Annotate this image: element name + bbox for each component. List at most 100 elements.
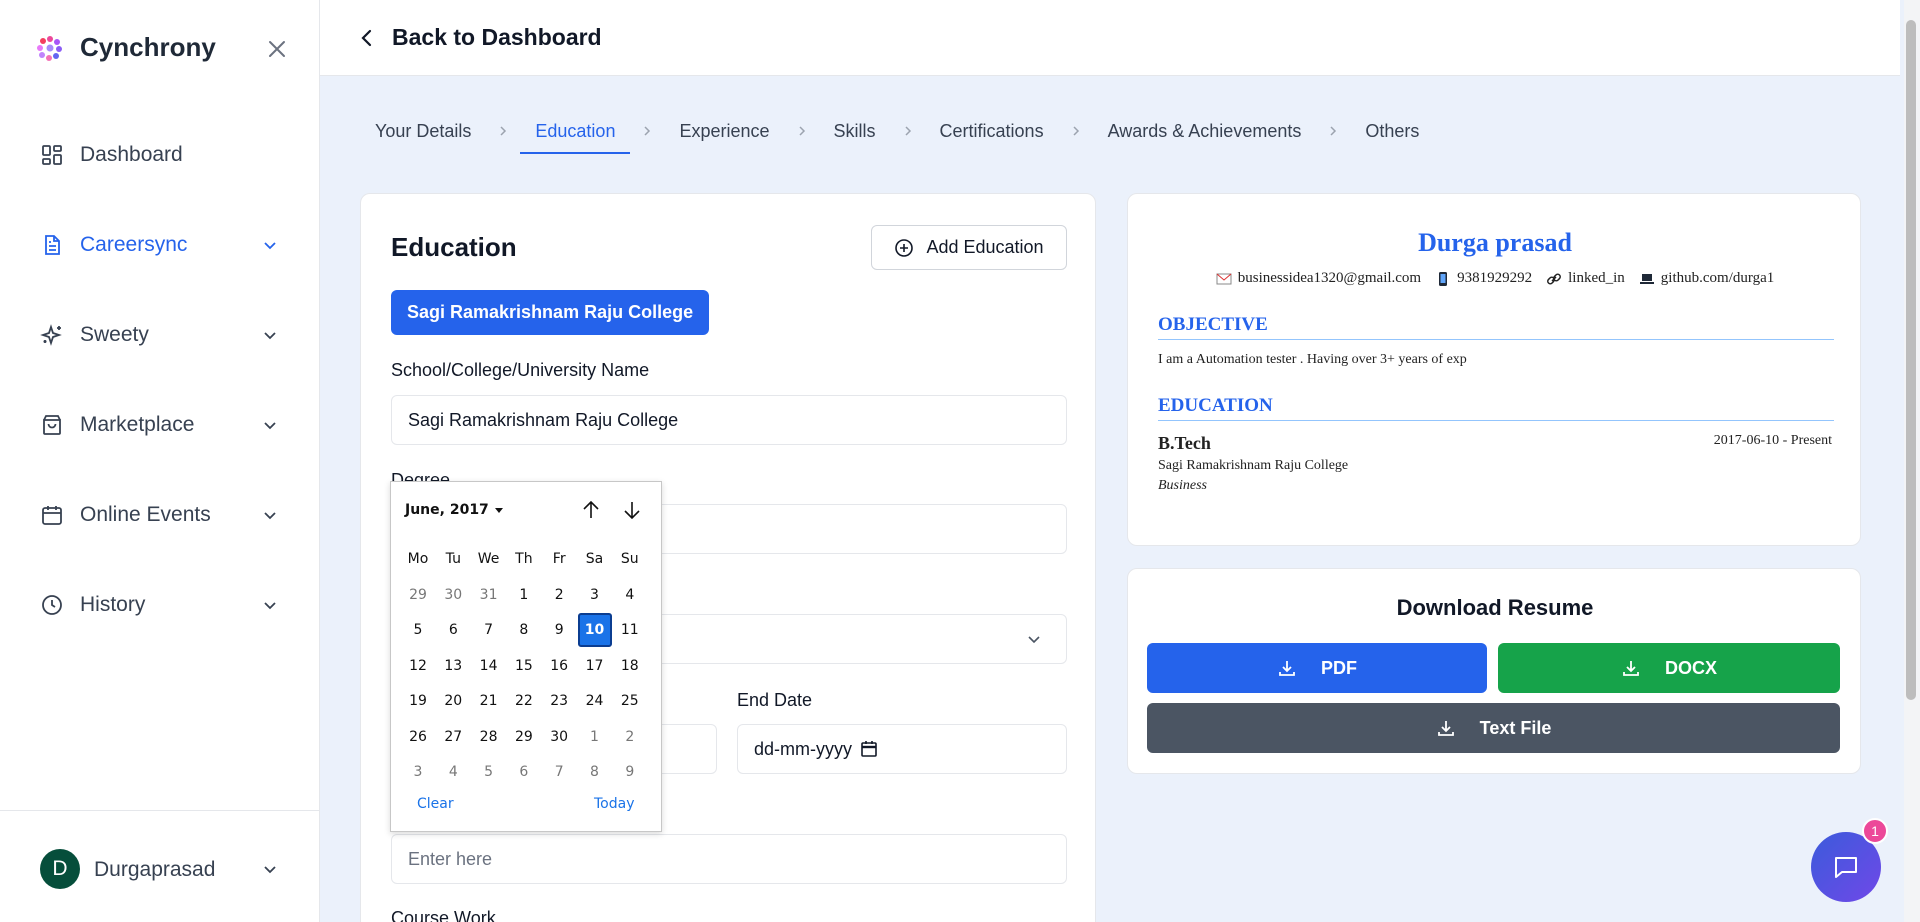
calendar-day[interactable]: 26 xyxy=(401,720,435,754)
calendar-day[interactable]: 13 xyxy=(436,649,470,683)
enter-here-input[interactable]: Enter here xyxy=(391,834,1067,884)
calendar-day[interactable]: 7 xyxy=(472,613,506,647)
calendar-day[interactable]: 18 xyxy=(613,649,647,683)
calendar-icon[interactable] xyxy=(860,740,878,758)
objective-text: I am a Automation tester . Having over 3… xyxy=(1158,352,1467,367)
calendar-day[interactable]: 6 xyxy=(436,613,470,647)
resume-linkedin: linked_in xyxy=(1546,270,1625,287)
download-title: Download Resume xyxy=(1396,595,1594,620)
objective-heading: OBJECTIVE xyxy=(1158,314,1834,340)
calendar-day[interactable]: 17 xyxy=(578,649,612,683)
download-card: Download Resume PDF DOCX Text File xyxy=(1127,568,1861,774)
chevron-right-icon xyxy=(1330,126,1337,136)
step-awards[interactable]: Awards & Achievements xyxy=(1108,121,1302,152)
calendar-day[interactable]: 24 xyxy=(578,684,612,718)
shopping-bag-icon xyxy=(43,415,61,435)
download-docx-button[interactable]: DOCX xyxy=(1498,643,1840,693)
calendar-day[interactable]: 16 xyxy=(542,649,576,683)
step-your-details[interactable]: Your Details xyxy=(375,121,471,152)
resume-phone: 9381929292 xyxy=(1435,270,1532,287)
resume-preview: Durga prasad businessidea1320@gmail.com … xyxy=(1127,193,1861,546)
calendar-day[interactable]: 30 xyxy=(542,720,576,754)
sidebar-item-dashboard[interactable]: Dashboard xyxy=(0,130,320,180)
sidebar-item-label: Sweety xyxy=(80,323,149,346)
calendar-day[interactable]: 30 xyxy=(436,578,470,612)
calendar-day[interactable]: 28 xyxy=(472,720,506,754)
education-heading: EDUCATION xyxy=(1158,395,1834,421)
link-icon xyxy=(1547,273,1562,284)
calendar-day[interactable]: 3 xyxy=(401,755,435,789)
download-icon xyxy=(1437,721,1454,736)
calendar-day[interactable]: 25 xyxy=(613,684,647,718)
calendar-day[interactable]: 11 xyxy=(613,613,647,647)
calendar-day[interactable]: 2 xyxy=(613,720,647,754)
calendar-day[interactable]: 2 xyxy=(542,578,576,612)
chevron-right-icon xyxy=(905,126,911,136)
avatar: D xyxy=(40,849,80,889)
calendar-day[interactable]: 9 xyxy=(613,755,647,789)
calendar-day[interactable]: 8 xyxy=(578,755,612,789)
end-date-input[interactable]: dd-mm-yyyy xyxy=(737,724,1067,774)
month-year-dropdown[interactable]: June, 2017 xyxy=(405,502,503,518)
calendar-day[interactable]: 5 xyxy=(472,755,506,789)
calendar-day[interactable]: 23 xyxy=(542,684,576,718)
calendar-day[interactable]: 10 xyxy=(577,613,612,647)
school-input[interactable]: Sagi Ramakrishnam Raju College xyxy=(391,395,1067,445)
arrow-up-icon[interactable] xyxy=(579,498,603,522)
calendar-day[interactable]: 1 xyxy=(578,720,612,754)
college-tab[interactable]: Sagi Ramakrishnam Raju College xyxy=(391,290,710,335)
calendar-day[interactable]: 19 xyxy=(401,684,435,718)
arrow-down-icon[interactable] xyxy=(620,498,644,522)
month-year-label: June, 2017 xyxy=(405,502,489,518)
calendar-day[interactable]: 4 xyxy=(613,578,647,612)
close-icon[interactable] xyxy=(266,38,288,60)
download-pdf-button[interactable]: PDF xyxy=(1147,643,1487,693)
resume-github-text: github.com/durga1 xyxy=(1660,270,1775,286)
calendar-day[interactable]: 21 xyxy=(472,684,506,718)
step-education[interactable]: Education xyxy=(520,121,631,154)
calendar-day[interactable]: 20 xyxy=(436,684,470,718)
sidebar-item-careersync[interactable]: Careersync xyxy=(0,220,320,270)
sidebar-item-sweety[interactable]: Sweety xyxy=(0,310,320,360)
back-to-dashboard-link[interactable]: Back to Dashboard xyxy=(356,24,602,51)
calendar-day[interactable]: 9 xyxy=(542,613,576,647)
calendar-icon xyxy=(42,506,62,525)
calendar-day[interactable]: 29 xyxy=(401,578,435,612)
today-button[interactable]: Today xyxy=(594,796,635,812)
step-certifications[interactable]: Certifications xyxy=(940,121,1044,152)
sidebar-item-label: History xyxy=(80,593,146,616)
download-icon xyxy=(1279,661,1295,676)
calendar-day[interactable]: 1 xyxy=(507,578,541,612)
download-text-button[interactable]: Text File xyxy=(1147,703,1840,753)
resume-field: Business xyxy=(1158,478,1207,493)
calendar-day[interactable]: 27 xyxy=(436,720,470,754)
calendar-day[interactable]: 29 xyxy=(507,720,541,754)
clear-button[interactable]: Clear xyxy=(417,796,454,812)
calendar-day[interactable]: 4 xyxy=(436,755,470,789)
sidebar-item-online-events[interactable]: Online Events xyxy=(0,490,320,540)
weekday-header: We xyxy=(477,551,500,567)
calendar-day[interactable]: 3 xyxy=(578,578,612,612)
add-education-button[interactable]: Add Education xyxy=(871,225,1067,270)
calendar-day[interactable]: 14 xyxy=(472,649,506,683)
calendar-day[interactable]: 22 xyxy=(507,684,541,718)
sidebar-item-marketplace[interactable]: Marketplace xyxy=(0,400,320,450)
chevron-down-icon xyxy=(264,866,276,874)
calendar-day[interactable]: 15 xyxy=(507,649,541,683)
calendar-day[interactable]: 12 xyxy=(401,649,435,683)
calendar-day[interactable]: 31 xyxy=(472,578,506,612)
calendar-day[interactable]: 8 xyxy=(507,613,541,647)
calendar-day[interactable]: 6 xyxy=(507,755,541,789)
chevron-down-icon xyxy=(264,602,276,610)
step-skills[interactable]: Skills xyxy=(834,121,876,152)
calendar-day[interactable]: 7 xyxy=(542,755,576,789)
calendar-day[interactable]: 5 xyxy=(401,613,435,647)
sidebar-item-label: Marketplace xyxy=(80,413,195,436)
brand: Cynchrony xyxy=(36,32,216,63)
logo-icon xyxy=(37,35,62,61)
step-others[interactable]: Others xyxy=(1365,121,1419,152)
step-experience[interactable]: Experience xyxy=(679,121,769,152)
scrollbar-thumb[interactable] xyxy=(1906,20,1916,700)
sidebar-item-history[interactable]: History xyxy=(0,580,320,630)
user-menu[interactable]: D Durgaprasad xyxy=(0,810,320,922)
